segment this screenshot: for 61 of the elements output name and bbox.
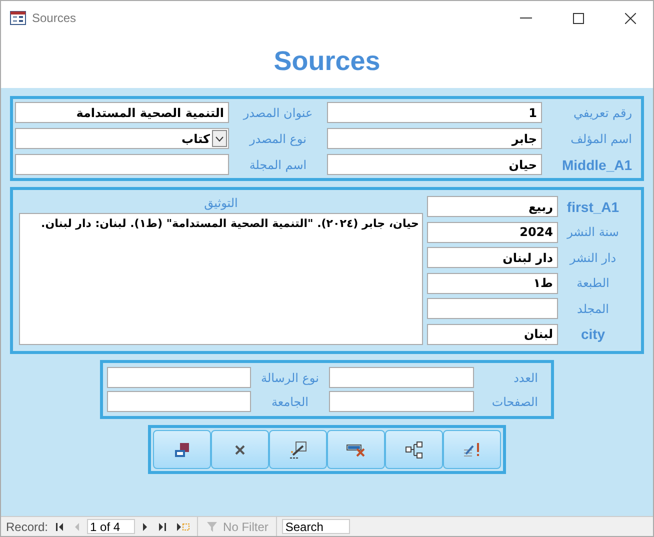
field-label: التوثيق [203,196,239,210]
next-icon [142,522,150,532]
text-field[interactable]: لبنان [427,324,558,345]
chevron-down-icon [215,136,224,142]
citation-field[interactable]: حيان، جابر (٢٠٢٤). "التنمية الصحية المستدامة" (ط١). لبنان: دار لبنان. [19,213,423,345]
field-label: العدد [512,370,538,384]
save-button[interactable] [153,430,211,469]
maximize-icon [572,12,584,24]
window-title: Sources [32,11,78,25]
text-field[interactable]: جابر [327,128,542,149]
text-field[interactable]: ط١ [427,272,558,294]
field-label: الطبعة [576,276,610,290]
text-field[interactable] [107,391,251,412]
record-label: Record: [6,520,48,534]
text-field[interactable]: 2024 [427,222,558,243]
field-label: رقم تعريفي [572,106,632,120]
new-record-icon [176,522,190,532]
form-heading: Sources [274,46,380,77]
field-label: الصفحات [490,394,538,408]
text-field[interactable] [427,298,558,320]
text-field[interactable]: حيان [327,154,542,175]
text-field[interactable] [329,367,474,388]
field-label: اسم المؤلف [570,132,632,146]
field-label: Middle_A1 [560,156,632,172]
field-label: city [580,326,606,342]
text-field[interactable] [107,367,251,388]
combo-value: كتاب [180,132,211,146]
delete-record-icon [346,442,366,456]
text-field[interactable]: دار لبنان [427,247,558,268]
field-label: دار النشر [568,250,618,265]
save-icon [174,442,190,458]
previous-icon [73,522,80,532]
field-label: عنوان المصدر [242,106,314,120]
combo-box[interactable]: كتاب [15,128,229,149]
field-label: نوع المصدر [248,132,308,146]
text-field[interactable]: ربيع [427,196,558,218]
dropdown-button[interactable] [212,130,227,147]
last-icon [158,522,168,532]
wand-button[interactable] [269,430,327,469]
field-label: المجلد [576,302,610,316]
field-label: سنة النشر [566,225,620,240]
minimize-icon [520,17,532,19]
record-position-field[interactable]: 1 of 4 [87,519,136,534]
text-field[interactable]: 1 [327,102,542,123]
field-label: الجامعة [270,394,310,408]
wand-icon [289,440,307,458]
delete-record-button[interactable] [327,430,385,469]
form-icon [10,11,26,25]
field-label: first_A1 [566,198,620,215]
edit-icon [463,442,481,458]
close-icon [624,12,636,24]
text-field[interactable]: التنمية الصحية المستدامة [15,102,229,123]
close-icon [235,444,245,454]
search-field[interactable]: Search [282,519,350,534]
hierarchy-button[interactable] [385,430,443,469]
field-label: نوع الرسالة [260,370,320,384]
text-field[interactable] [15,154,229,175]
first-icon [55,522,64,532]
hierarchy-icon [405,440,423,458]
text-field[interactable] [329,391,474,412]
field-label: اسم المجلة [248,158,308,172]
